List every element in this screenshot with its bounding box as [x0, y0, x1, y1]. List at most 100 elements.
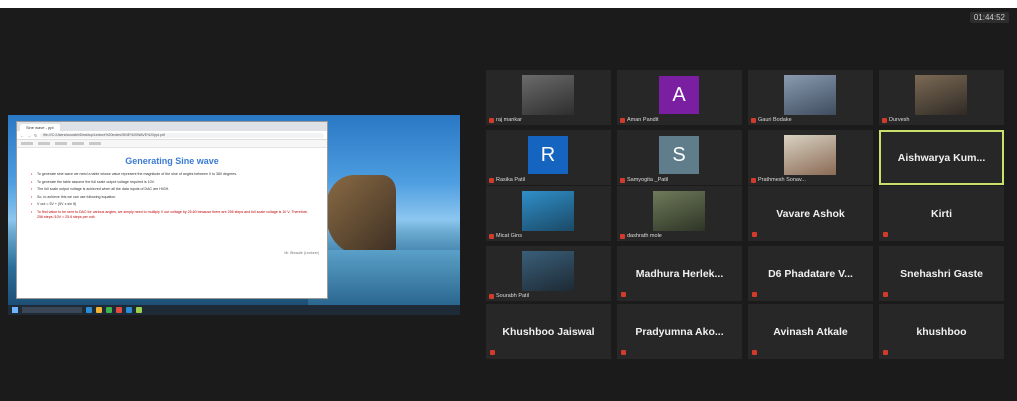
pdf-tool: [89, 142, 101, 145]
participant-tile[interactable]: dashrath mole: [617, 186, 742, 241]
browser-tab-strip: Sine wave - ppt: [17, 122, 327, 131]
pdf-tool: [38, 142, 50, 145]
participant-tile[interactable]: Kirti: [879, 186, 1004, 241]
participant-video: [522, 191, 574, 231]
participant-name: Micat Gins: [496, 233, 522, 239]
participant-name: Pradyumna Ako...: [635, 325, 724, 338]
participant-video: [784, 75, 836, 115]
participant-label: Samyogita _Patil: [620, 177, 668, 183]
participant-tile[interactable]: Snehashri Gaste: [879, 246, 1004, 301]
slide-bullet: To find value to be sent to DAC for vari…: [31, 210, 313, 219]
participant-tile[interactable]: D6 Phadatare V...: [748, 246, 873, 301]
participant-name: Madhura Herlek...: [635, 267, 724, 280]
slide-title: Generating Sine wave: [125, 156, 219, 166]
forward-icon: →: [27, 132, 31, 138]
participant-tile[interactable]: A Aman Pandit: [617, 70, 742, 125]
taskbar-app-icon: [86, 307, 92, 313]
avatar: S: [659, 136, 699, 174]
participant-tile[interactable]: Sourabh Patil: [486, 246, 611, 301]
back-icon: ←: [20, 132, 24, 138]
participant-video: [522, 75, 574, 115]
mic-muted-icon: [752, 292, 757, 297]
participant-tile[interactable]: Vavare Ashok: [748, 186, 873, 241]
participant-tile[interactable]: khushboo: [879, 304, 1004, 359]
mic-muted-icon: [751, 177, 756, 183]
taskbar-app-icon: [136, 307, 142, 313]
participant-label: Prathmesh Sonav...: [751, 177, 806, 183]
participant-name: Sourabh Patil: [496, 293, 530, 299]
mic-muted-icon: [489, 117, 494, 123]
participant-tile[interactable]: Khushboo Jaiswal: [486, 304, 611, 359]
slide-page: Generating Sine wave To generate sine wa…: [17, 148, 327, 255]
participant-name: Durvesh: [889, 117, 910, 123]
meeting-timer: 01:44:52: [969, 12, 1009, 23]
taskbar-app-icon: [116, 307, 122, 313]
mic-muted-icon: [621, 350, 626, 355]
mic-muted-icon: [490, 350, 495, 355]
participant-tile[interactable]: Durvesh: [879, 70, 1004, 125]
participant-tile[interactable]: R Rasika Patil: [486, 130, 611, 185]
taskbar-app-icon: [126, 307, 132, 313]
participant-name: Samyogita _Patil: [627, 177, 669, 183]
participant-label: Rasika Patil: [489, 177, 525, 183]
participant-tile[interactable]: Micat Gins: [486, 186, 611, 241]
mic-muted-icon: [620, 233, 625, 239]
slide-bullet: V out = 5V + (5V x sin θ): [31, 202, 313, 207]
participant-tile[interactable]: raj mankar: [486, 70, 611, 125]
participant-tile[interactable]: Aishwarya Kum...: [879, 130, 1004, 185]
slide-bullet: The full scale output voltage is achieve…: [31, 187, 313, 192]
taskbar-app-icon: [96, 307, 102, 313]
mic-muted-icon: [489, 233, 494, 239]
participant-tile[interactable]: Madhura Herlek...: [617, 246, 742, 301]
participant-label: Sourabh Patil: [489, 293, 529, 299]
participant-name: dashrath mole: [627, 233, 662, 239]
mic-muted-icon: [882, 117, 887, 123]
participant-label: Micat Gins: [489, 233, 522, 239]
participant-label: raj mankar: [489, 117, 522, 123]
mic-muted-icon: [489, 293, 494, 299]
slide-bullets: To generate sine wave we need a table wh…: [31, 172, 313, 219]
mic-muted-icon: [883, 292, 888, 297]
mic-muted-icon: [751, 117, 756, 123]
participant-name: Avinash Atkale: [773, 325, 848, 338]
wallpaper-cliff: [326, 175, 396, 255]
taskbar-search: [22, 307, 82, 313]
slide-bullet: To generate the table assume the full sc…: [31, 180, 313, 185]
participant-grid: raj mankar A Aman Pandit Gauri Bodake Durves…: [486, 68, 1014, 360]
participant-video: [653, 191, 705, 231]
avatar: A: [659, 76, 699, 114]
browser-address-bar: ← → ↻ file:///C:/Users/sourabh/Desktop/L…: [17, 131, 327, 140]
participant-tile[interactable]: S Samyogita _Patil: [617, 130, 742, 185]
participant-name: raj mankar: [496, 117, 522, 123]
participant-name: Vavare Ashok: [776, 207, 845, 220]
participant-label: dashrath mole: [620, 233, 662, 239]
mic-muted-icon: [489, 177, 494, 183]
participant-name: Aishwarya Kum...: [897, 151, 986, 164]
avatar: R: [528, 136, 568, 174]
wallpaper-water: [308, 250, 460, 305]
browser-tab: Sine wave - ppt: [20, 124, 60, 131]
slide-bullet: So, to achieve this we can use following…: [31, 195, 313, 200]
mic-muted-icon: [883, 232, 888, 237]
pdf-toolbar: [17, 140, 327, 148]
participant-tile[interactable]: Gauri Bodake: [748, 70, 873, 125]
participant-video: [784, 135, 836, 175]
participant-video: [522, 251, 574, 291]
mic-muted-icon: [752, 350, 757, 355]
participant-label: Durvesh: [882, 117, 909, 123]
reload-icon: ↻: [34, 132, 38, 138]
participant-name: Khushboo Jaiswal: [502, 325, 595, 338]
slide-footer: Mr. Bhosale (Lecturer): [284, 251, 319, 256]
participant-tile[interactable]: Prathmesh Sonav...: [748, 130, 873, 185]
pdf-tool: [21, 142, 33, 145]
participant-name: Prathmesh Sonav...: [758, 177, 806, 183]
participant-name: Snehashri Gaste: [900, 267, 983, 280]
participant-tile[interactable]: Avinash Atkale: [748, 304, 873, 359]
browser-url: file:///C:/Users/sourabh/Desktop/Lecture…: [40, 132, 324, 138]
participant-name: D6 Phadatare V...: [768, 267, 853, 280]
slide-bullet: To generate sine wave we need a table wh…: [31, 172, 313, 177]
shared-screen[interactable]: Sine wave - ppt ← → ↻ file:///C:/Users/s…: [8, 115, 460, 315]
mic-muted-icon: [621, 292, 626, 297]
participant-tile[interactable]: Pradyumna Ako...: [617, 304, 742, 359]
participant-video: [915, 75, 967, 115]
